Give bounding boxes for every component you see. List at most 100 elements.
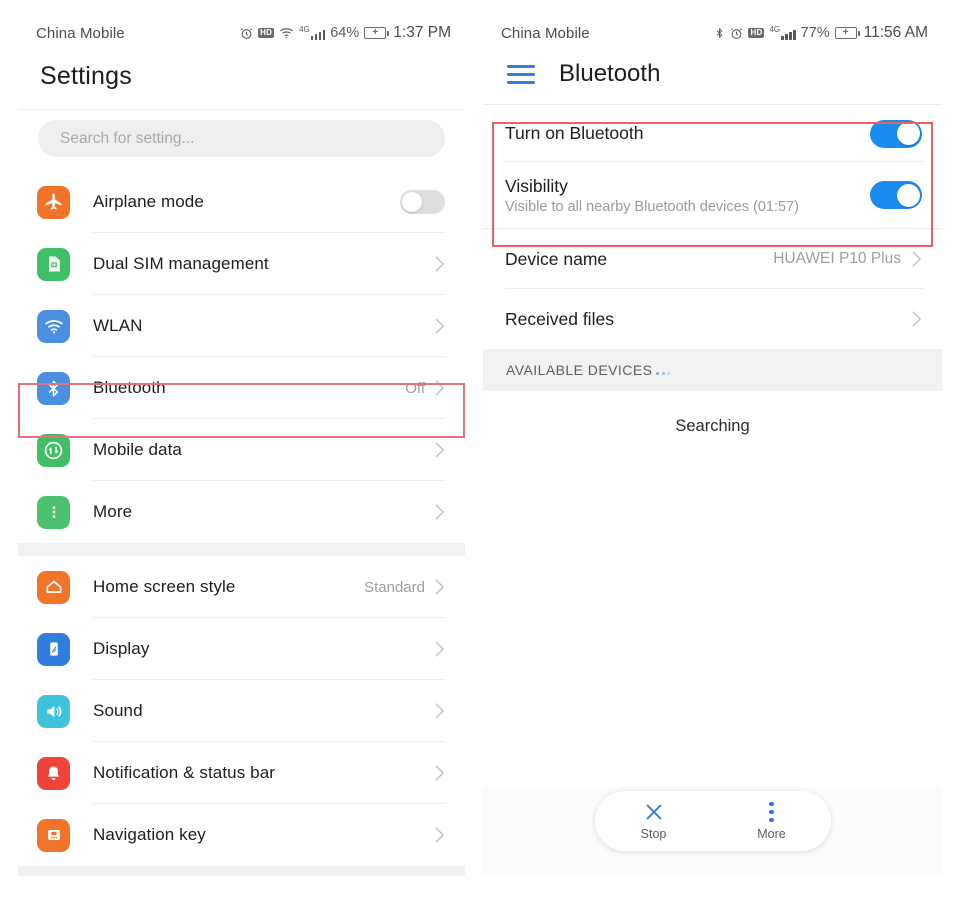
row-label: Received files [505, 308, 614, 329]
settings-row-label: WLAN [93, 316, 143, 335]
settings-row-more[interactable]: More [18, 481, 465, 543]
settings-row-notification-status-bar[interactable]: Notification & status bar [18, 742, 465, 804]
bluetooth-header: Bluetooth [483, 54, 942, 104]
bluetooth-icon [37, 371, 70, 405]
signal-4g-icon: 4G [299, 25, 326, 40]
alarm-icon [730, 27, 743, 40]
chevron-right-icon [434, 764, 445, 782]
bell-icon [37, 756, 70, 790]
chevron-right-icon [434, 255, 445, 273]
hd-icon: HD [748, 28, 765, 38]
bluetooth-state-value: Off [405, 379, 425, 397]
chevron-right-icon [911, 250, 922, 268]
chevron-right-icon [434, 578, 445, 596]
airplane-mode-toggle[interactable] [400, 190, 445, 214]
wifi-icon [279, 27, 294, 39]
settings-group-device: Home screen style Standard Display Sound… [18, 556, 465, 866]
display-icon [37, 632, 70, 666]
search-input[interactable]: Search for setting... [38, 120, 445, 157]
settings-row-label: Display [93, 639, 150, 658]
chevron-right-icon [434, 640, 445, 658]
sim-card-icon [37, 247, 70, 281]
stop-button[interactable]: Stop [611, 801, 697, 841]
section-label: AVAILABLE DEVICES [506, 362, 653, 378]
row-texts: Turn on Bluetooth [505, 123, 870, 144]
search-zone: Search for setting... [18, 110, 465, 171]
settings-row-display[interactable]: Display [18, 618, 465, 680]
bluetooth-row-device-name[interactable]: Device name HUAWEI P10 Plus [483, 229, 942, 289]
turn-on-bluetooth-toggle[interactable] [870, 119, 922, 148]
mobile-data-icon [37, 433, 70, 467]
navigation-key-icon [37, 818, 70, 852]
network-gen-label: 4G [299, 25, 310, 34]
row-texts: Device name [505, 249, 773, 270]
settings-row-label: Airplane mode [93, 192, 204, 211]
carrier-label: China Mobile [501, 24, 590, 42]
clock-label: 1:37 PM [393, 24, 451, 41]
battery-icon: + [834, 27, 860, 39]
chevron-right-icon [911, 310, 922, 328]
wifi-icon [37, 309, 70, 343]
battery-percent-label: 77% [800, 25, 830, 41]
settings-row-label: Mobile data [93, 440, 182, 459]
settings-row-label: Dual SIM management [93, 254, 269, 273]
settings-row-navigation-key[interactable]: Navigation key [18, 804, 465, 866]
more-button[interactable]: More [729, 801, 815, 841]
status-bar-right: China Mobile HD 4G 77% + 11:56 AM [483, 12, 942, 54]
more-dots-icon [769, 801, 774, 823]
stop-button-label: Stop [640, 827, 667, 841]
settings-row-home-screen-style[interactable]: Home screen style Standard [18, 556, 465, 618]
settings-row-label: Sound [93, 701, 143, 720]
more-button-label: More [757, 827, 786, 841]
close-x-icon [643, 801, 665, 823]
sound-icon [37, 694, 70, 728]
settings-row-sound[interactable]: Sound [18, 680, 465, 742]
battery-icon: + [364, 27, 390, 39]
home-screen-style-value: Standard [364, 578, 425, 596]
settings-row-label: Notification & status bar [93, 763, 276, 782]
status-bar-left: China Mobile HD 4G 64% + 1:37 PM [18, 12, 465, 54]
chevron-right-icon [434, 702, 445, 720]
more-dots-icon [37, 495, 70, 529]
clock-label: 11:56 AM [863, 24, 928, 41]
bluetooth-row-turn-on[interactable]: Turn on Bluetooth [483, 105, 942, 162]
searching-status: Searching [675, 417, 750, 435]
group-separator [18, 543, 465, 556]
network-gen-label: 4G [769, 25, 781, 34]
hamburger-icon[interactable] [507, 64, 535, 84]
settings-row-airplane-mode[interactable]: Airplane mode [18, 171, 465, 233]
settings-group-connectivity: Airplane mode Dual SIM management WLAN B… [18, 171, 465, 543]
loading-dots-icon [656, 372, 671, 378]
signal-bars [781, 30, 796, 40]
bluetooth-toggle-group: Turn on Bluetooth Visibility Visible to … [483, 105, 942, 228]
settings-row-label: Bluetooth [93, 378, 166, 397]
visibility-toggle[interactable] [870, 181, 922, 209]
chevron-right-icon [434, 826, 445, 844]
bluetooth-row-visibility[interactable]: Visibility Visible to all nearby Bluetoo… [483, 162, 942, 228]
settings-row-wlan[interactable]: WLAN [18, 295, 465, 357]
hd-icon: HD [258, 28, 275, 38]
page-title: Bluetooth [559, 60, 661, 87]
dual-screenshot-canvas: China Mobile HD 4G 64% + 1:37 PM Setting… [0, 0, 960, 900]
bottom-group-separator [18, 866, 465, 876]
row-texts: Visibility Visible to all nearby Bluetoo… [505, 176, 870, 215]
settings-row-mobile-data[interactable]: Mobile data [18, 419, 465, 481]
bottom-action-bar: Stop More [483, 787, 942, 875]
settings-row-label: More [93, 502, 133, 521]
visibility-subtitle: Visible to all nearby Bluetooth devices … [505, 198, 799, 215]
settings-row-bluetooth[interactable]: Bluetooth Off [18, 357, 465, 419]
row-texts: Received files [505, 309, 911, 330]
settings-row-label: Home screen style [93, 577, 236, 596]
chevron-right-icon [434, 317, 445, 335]
battery-percent-label: 64% [330, 25, 360, 41]
available-devices-section-header: AVAILABLE DEVICES [483, 349, 942, 391]
bluetooth-info-group: Device name HUAWEI P10 Plus Received fil… [483, 229, 942, 349]
bluetooth-row-received-files[interactable]: Received files [483, 289, 942, 349]
bluetooth-icon [714, 26, 725, 40]
alarm-icon [240, 27, 253, 40]
search-placeholder: Search for setting... [60, 129, 195, 147]
status-icons-right: HD 4G 77% + 11:56 AM [714, 24, 928, 42]
settings-screen: China Mobile HD 4G 64% + 1:37 PM Setting… [18, 12, 465, 876]
row-label: Turn on Bluetooth [505, 123, 644, 143]
settings-row-dual-sim-management[interactable]: Dual SIM management [18, 233, 465, 295]
